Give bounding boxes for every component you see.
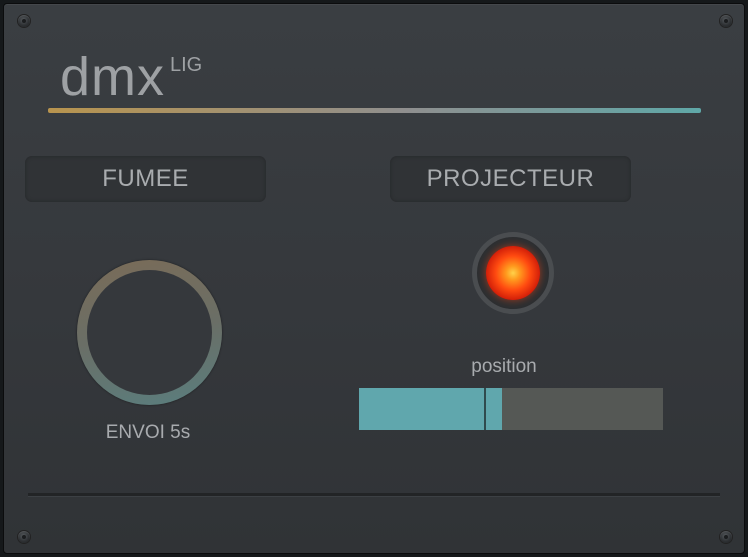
logo-superscript: LIG <box>170 54 203 76</box>
position-slider-label: position <box>471 356 537 377</box>
projector-led-ring[interactable] <box>472 232 554 314</box>
footer-divider <box>28 493 720 497</box>
envoi-knob[interactable] <box>77 260 222 405</box>
envoi-knob-label: ENVOI 5s <box>105 422 191 443</box>
led-indicator-icon <box>486 246 540 300</box>
app-logo: dmx LIG <box>60 44 202 110</box>
screw-icon <box>720 15 732 27</box>
projecteur-section-button[interactable]: PROJECTEUR <box>390 156 631 202</box>
plugin-panel: dmx LIG FUMEE PROJECTEUR ENVOI 5s positi… <box>3 3 745 554</box>
fumee-section-button[interactable]: FUMEE <box>25 156 266 202</box>
logo-text: dmx <box>60 47 166 107</box>
screw-icon <box>18 531 30 543</box>
accent-divider <box>48 108 701 113</box>
screw-icon <box>720 531 732 543</box>
position-slider-handle[interactable] <box>484 388 486 430</box>
position-slider[interactable] <box>359 388 663 430</box>
screw-icon <box>18 15 30 27</box>
position-slider-fill <box>359 388 502 430</box>
